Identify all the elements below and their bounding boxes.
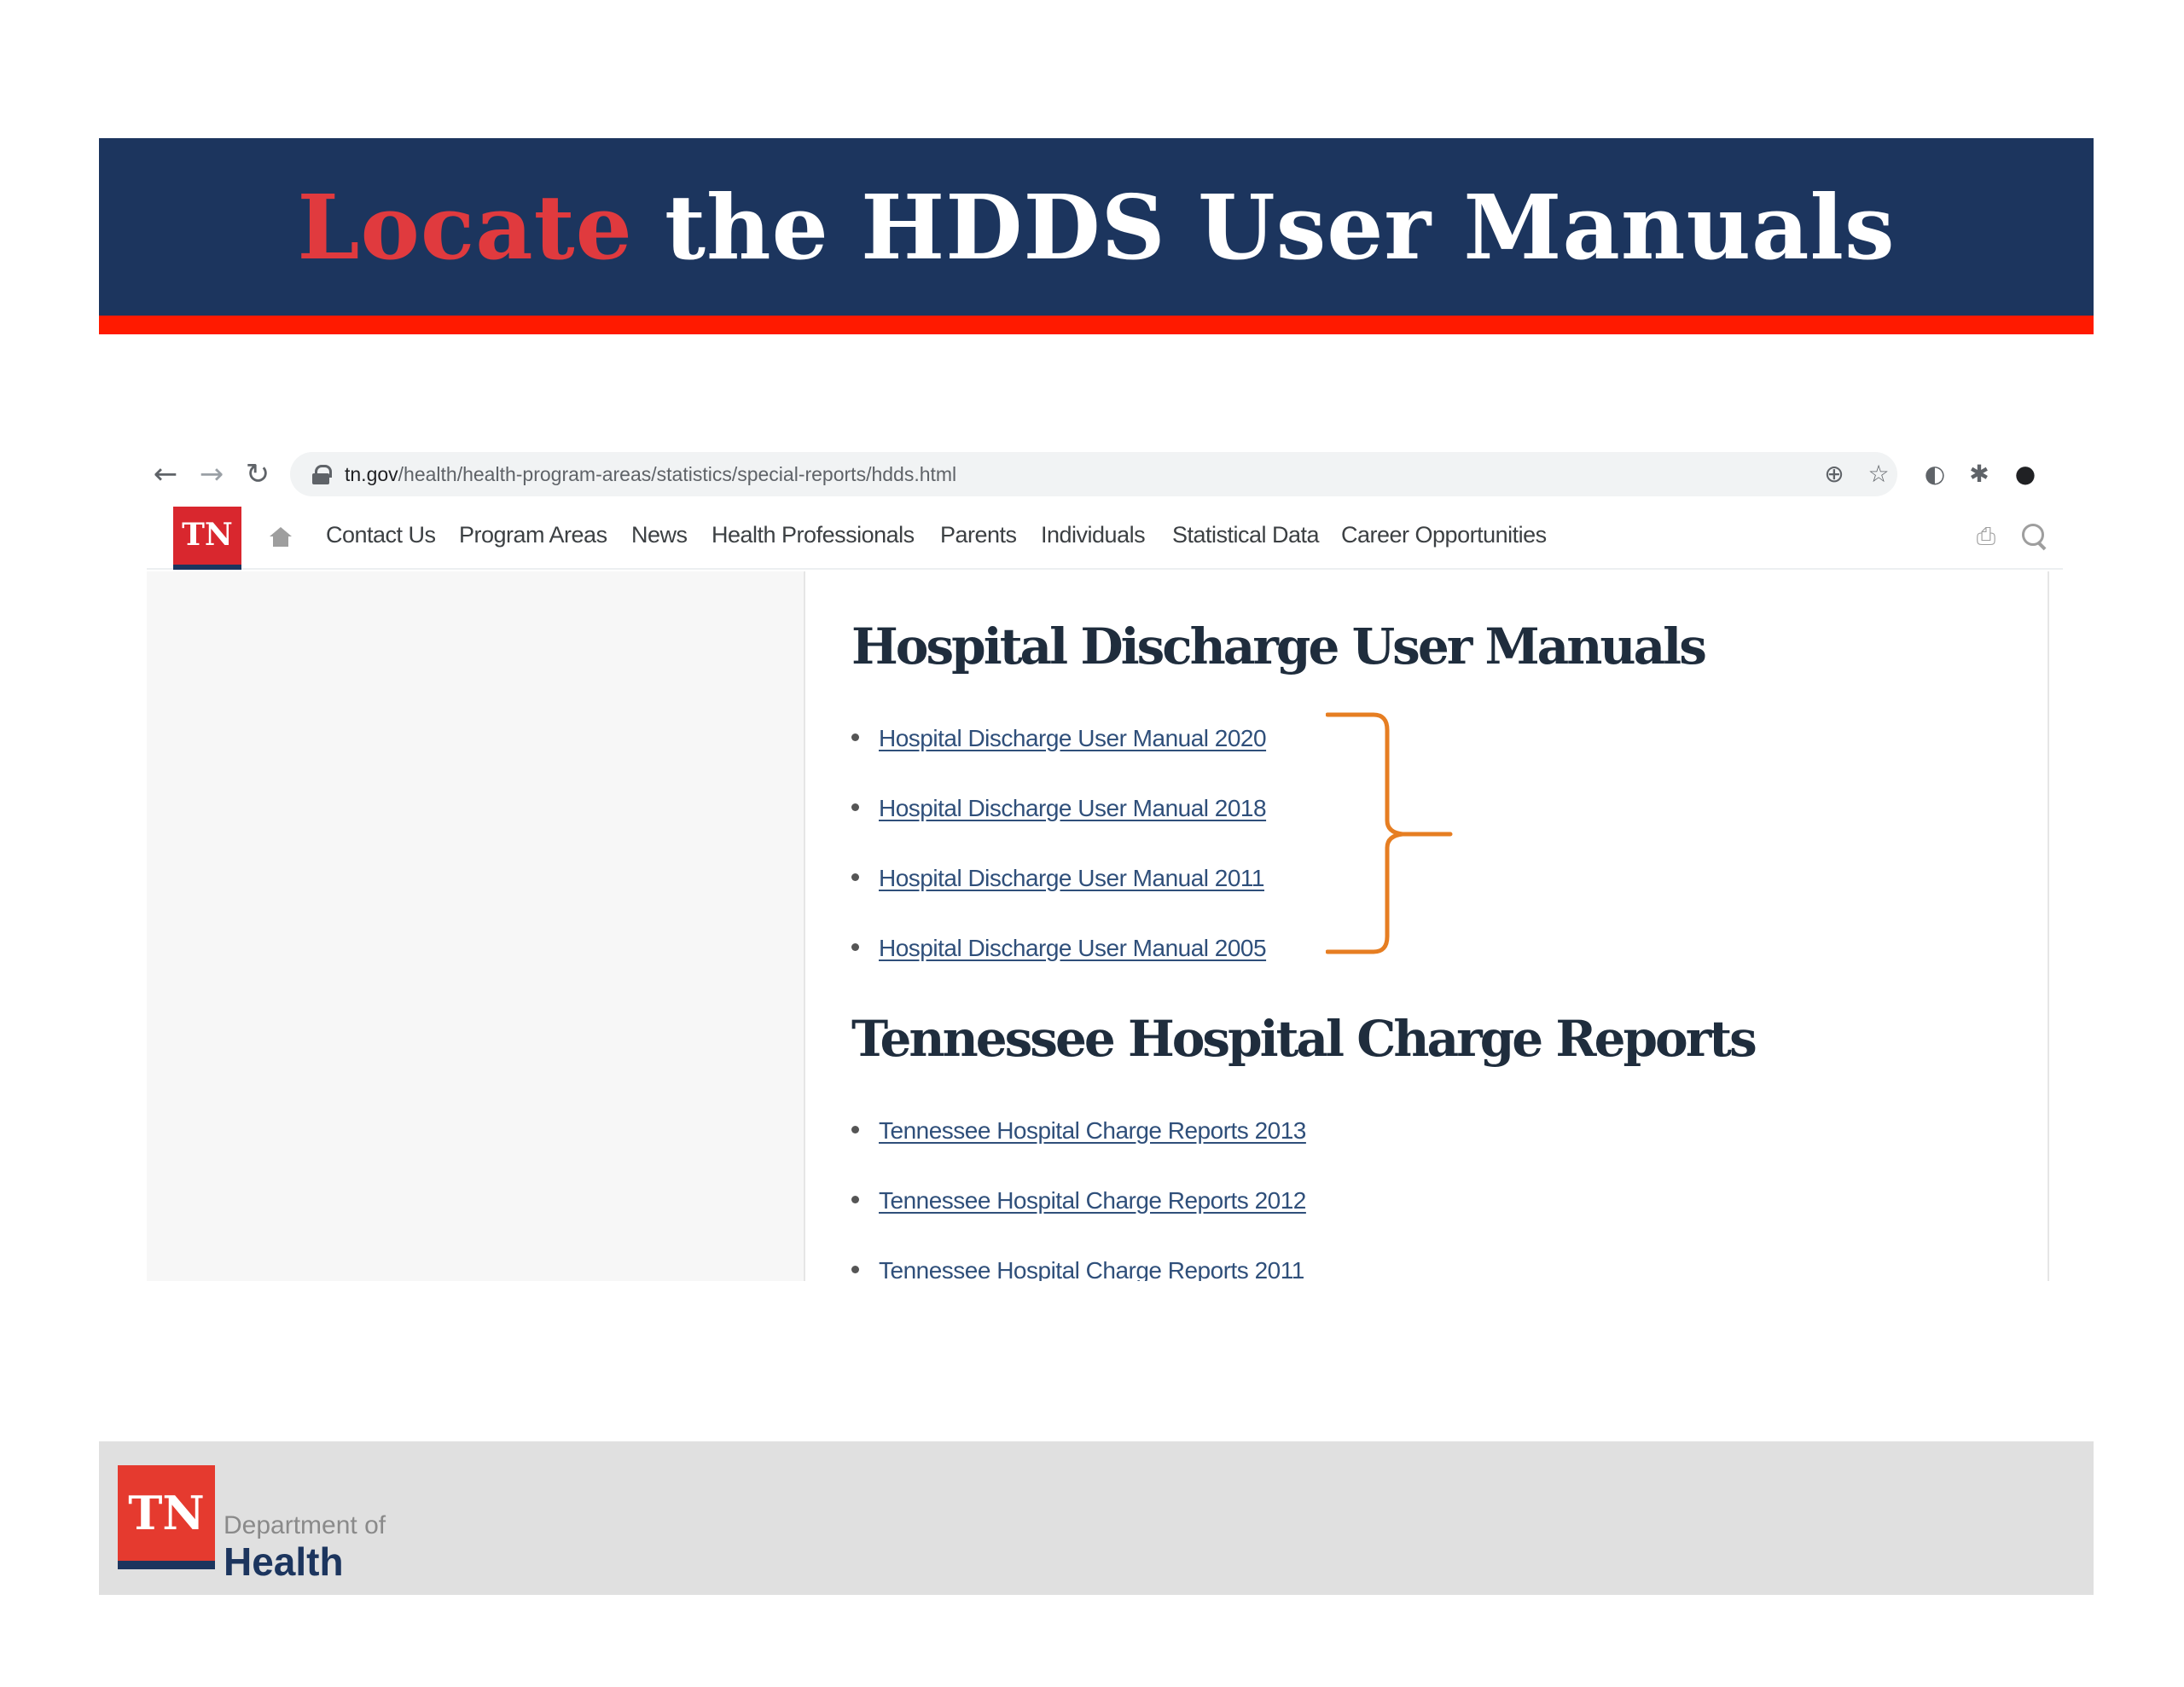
manual-link-2018[interactable]: Hospital Discharge User Manual 2018 [879, 795, 1267, 821]
bullet [851, 733, 859, 741]
report-link-2012[interactable]: Tennessee Hospital Charge Reports 2012 [879, 1187, 1306, 1214]
footer-logo-bar [118, 1561, 215, 1569]
brace-annotation [1326, 712, 1453, 954]
brace-path [1326, 712, 1453, 954]
puzzle-icon[interactable]: ✱ [1964, 459, 1995, 490]
nav-program-areas[interactable]: Program Areas [459, 522, 607, 548]
address-bar[interactable]: tn.gov/health/health-program-areas/stati… [290, 452, 1897, 496]
home-icon[interactable] [270, 527, 292, 548]
bullet [851, 943, 859, 951]
list-item: Tennessee Hospital Charge Reports 2011 [851, 1257, 1304, 1281]
lock-icon[interactable] [312, 465, 332, 484]
manual-link-2011[interactable]: Hospital Discharge User Manual 2011 [879, 865, 1265, 891]
manuals-heading: Hospital Discharge User Manuals [851, 617, 1707, 675]
footer-health-text: Health [224, 1539, 344, 1584]
back-icon[interactable]: ← [147, 455, 184, 493]
nav-career-opportunities[interactable]: Career Opportunities [1341, 522, 1547, 548]
reports-heading: Tennessee Hospital Charge Reports [851, 1010, 1757, 1068]
slide-footer [99, 1441, 2094, 1595]
star-icon[interactable]: ☆ [1863, 459, 1894, 490]
nav-statistical-data[interactable]: Statistical Data [1172, 522, 1320, 548]
forward-icon[interactable]: → [193, 455, 230, 493]
list-item: Hospital Discharge User Manual 2005 [851, 935, 1267, 962]
bullet [851, 1266, 859, 1273]
slide-title-rest: the HDDS User Manuals [632, 174, 1896, 280]
search-icon[interactable] [2020, 522, 2049, 551]
title-stripe [99, 316, 2094, 334]
reload-icon[interactable]: ↻ [239, 455, 276, 493]
report-link-2013[interactable]: Tennessee Hospital Charge Reports 2013 [879, 1117, 1306, 1144]
list-item: Tennessee Hospital Charge Reports 2012 [851, 1187, 1306, 1215]
left-sidebar [147, 571, 805, 1281]
nav-health-professionals[interactable]: Health Professionals [712, 522, 915, 548]
zoom-icon[interactable]: ⊕ [1819, 459, 1850, 490]
manual-link-2005[interactable]: Hospital Discharge User Manual 2005 [879, 935, 1267, 961]
site-nav: TN Contact Us Program Areas News Health … [147, 505, 2063, 570]
footer-department-text: Department of [224, 1511, 386, 1539]
url-path: /health/health-program-areas/statistics/… [398, 462, 957, 485]
bullet [851, 1196, 859, 1203]
nav-parents[interactable]: Parents [940, 522, 1017, 548]
list-item: Hospital Discharge User Manual 2020 [851, 725, 1267, 752]
list-item: Tennessee Hospital Charge Reports 2013 [851, 1117, 1306, 1145]
report-link-2011[interactable]: Tennessee Hospital Charge Reports 2011 [879, 1257, 1304, 1281]
browser-window: ← → ↻ tn.gov/health/health-program-areas… [147, 443, 2063, 1281]
list-item: Hospital Discharge User Manual 2011 [851, 865, 1265, 892]
nav-individuals[interactable]: Individuals [1041, 522, 1146, 548]
print-icon[interactable]: ⎙ [1972, 524, 2000, 549]
profile-icon[interactable]: ● [2010, 459, 2041, 490]
url-domain: tn.gov [345, 462, 398, 485]
address-url[interactable]: tn.gov/health/health-program-areas/stati… [345, 463, 956, 486]
bullet [851, 1126, 859, 1133]
slide-title-banner: Locate the HDDS User Manuals [99, 138, 2094, 316]
slide-title-accent: Locate [297, 174, 633, 280]
nav-contact-us[interactable]: Contact Us [326, 522, 436, 548]
manual-link-2020[interactable]: Hospital Discharge User Manual 2020 [879, 725, 1267, 751]
list-item: Hospital Discharge User Manual 2018 [851, 795, 1267, 822]
tn-logo[interactable]: TN [173, 507, 241, 570]
slide-title: Locate the HDDS User Manuals [297, 175, 1895, 280]
nav-news[interactable]: News [631, 522, 688, 548]
extension-icon[interactable]: ◐ [1920, 459, 1950, 490]
browser-toolbar: ← → ↻ tn.gov/health/health-program-areas… [147, 443, 2063, 505]
bullet [851, 873, 859, 881]
footer-tn-logo: TN [118, 1465, 215, 1569]
bullet [851, 803, 859, 811]
